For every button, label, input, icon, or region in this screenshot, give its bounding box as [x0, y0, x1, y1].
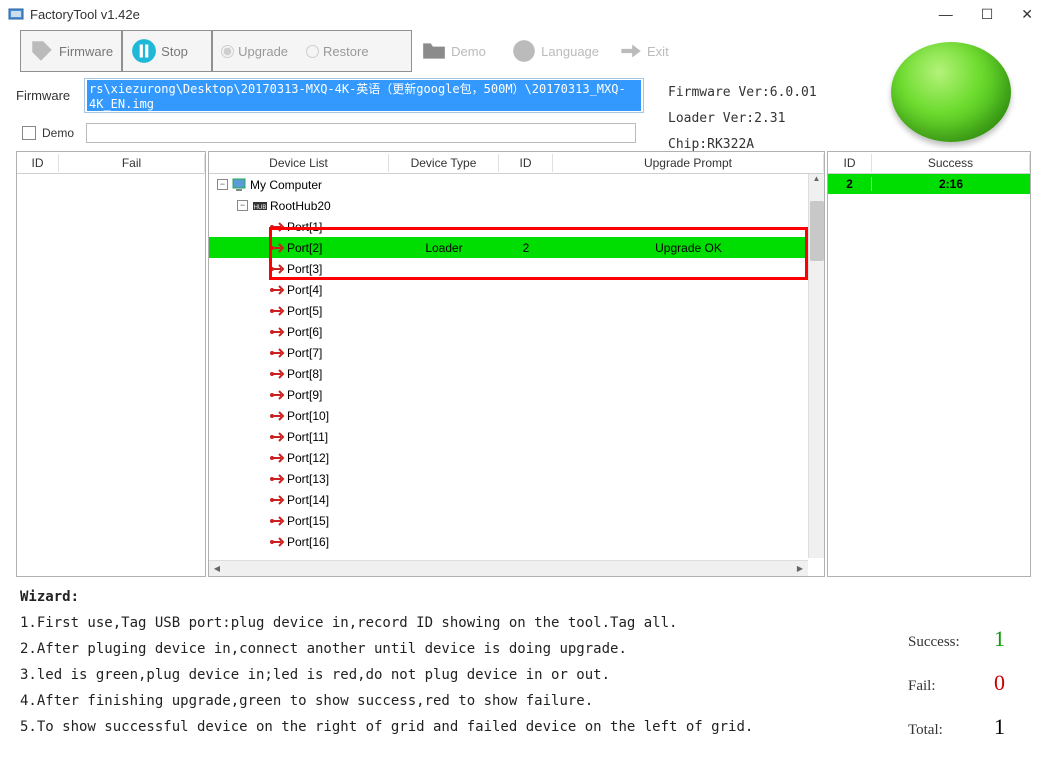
maximize-button[interactable]: ☐ — [981, 6, 994, 23]
tree-row[interactable]: Port[15] — [209, 510, 824, 531]
horizontal-scrollbar[interactable]: ◀▶ — [209, 560, 808, 576]
window-title: FactoryTool v1.42e — [30, 7, 140, 22]
fail-headers: ID Fail — [17, 152, 205, 174]
folder-icon — [421, 38, 447, 64]
success-panel: ID Success 2 2:16 — [827, 151, 1031, 577]
success-headers: ID Success — [828, 152, 1030, 174]
exit-button[interactable]: Exit — [608, 30, 698, 72]
stats: Success:1 Fail:0 Total:1 — [908, 626, 1005, 758]
tree-row[interactable]: Port[2]Loader2Upgrade OK — [209, 237, 824, 258]
demo-checkbox[interactable] — [22, 126, 36, 140]
tree-row[interactable]: Port[9] — [209, 384, 824, 405]
firmware-label: Firmware — [16, 88, 78, 103]
tree-row[interactable]: Port[1] — [209, 216, 824, 237]
close-button[interactable]: ✕ — [1021, 6, 1033, 23]
firmware-path-input[interactable]: rs\xiezurong\Desktop\20170313-MXQ-4K-英语（… — [84, 78, 644, 113]
demo-button[interactable]: Demo — [412, 30, 502, 72]
wizard: Wizard: 1.First use,Tag USB port:plug de… — [0, 577, 1045, 753]
tree-row[interactable]: Port[4] — [209, 279, 824, 300]
firmware-row: Firmware rs\xiezurong\Desktop\20170313-M… — [0, 74, 1045, 115]
tag-icon — [29, 38, 55, 64]
tree-row[interactable]: Port[12] — [209, 447, 824, 468]
window-controls: — ☐ ✕ — [939, 6, 1037, 23]
globe-icon — [511, 38, 537, 64]
tree-row[interactable]: −HUBRootHub20 — [209, 195, 824, 216]
svg-text:HUB: HUB — [254, 205, 267, 211]
arrow-right-icon — [617, 38, 643, 64]
minimize-button[interactable]: — — [939, 6, 953, 23]
tree-row[interactable]: Port[10] — [209, 405, 824, 426]
tree-row[interactable]: Port[8] — [209, 363, 824, 384]
tree-row[interactable]: Port[6] — [209, 321, 824, 342]
tree-row[interactable]: Port[14] — [209, 489, 824, 510]
language-button[interactable]: Language — [502, 30, 608, 72]
stop-button[interactable]: Stop — [122, 30, 212, 72]
upgrade-radio[interactable]: Upgrade — [221, 44, 288, 59]
toolbar: Firmware Stop Upgrade Restore Demo Langu… — [0, 28, 1045, 74]
fail-panel: ID Fail — [16, 151, 206, 577]
demo-input[interactable] — [86, 123, 636, 143]
tree-row[interactable]: Port[3] — [209, 258, 824, 279]
tree-row[interactable]: −My Computer — [209, 174, 824, 195]
device-panel: Device List Device Type ID Upgrade Promp… — [208, 151, 825, 577]
wizard-header: Wizard: — [20, 589, 1027, 605]
tree-row[interactable]: Port[16] — [209, 531, 824, 552]
status-led — [891, 42, 1021, 152]
success-row[interactable]: 2 2:16 — [828, 174, 1030, 194]
tree-row[interactable]: Port[7] — [209, 342, 824, 363]
firmware-info: Firmware Ver:6.0.01 Loader Ver:2.31 Chip… — [668, 80, 817, 158]
tree-row[interactable]: Port[5] — [209, 300, 824, 321]
firmware-button[interactable]: Firmware — [20, 30, 122, 72]
panels: ID Fail Device List Device Type ID Upgra… — [0, 151, 1045, 577]
demo-row: Demo — [0, 115, 1045, 151]
demo-label: Demo — [42, 126, 74, 140]
vertical-scrollbar[interactable]: ▲ — [808, 174, 824, 558]
tree-row[interactable]: Port[11] — [209, 426, 824, 447]
mode-group: Upgrade Restore — [212, 30, 412, 72]
pause-icon — [131, 38, 157, 64]
restore-radio[interactable]: Restore — [306, 44, 369, 59]
titlebar: FactoryTool v1.42e — ☐ ✕ — [0, 0, 1045, 28]
device-tree[interactable]: −My Computer−HUBRootHub20Port[1]Port[2]L… — [209, 174, 824, 576]
device-headers: Device List Device Type ID Upgrade Promp… — [209, 152, 824, 174]
tree-row[interactable]: Port[13] — [209, 468, 824, 489]
app-icon — [8, 6, 24, 22]
